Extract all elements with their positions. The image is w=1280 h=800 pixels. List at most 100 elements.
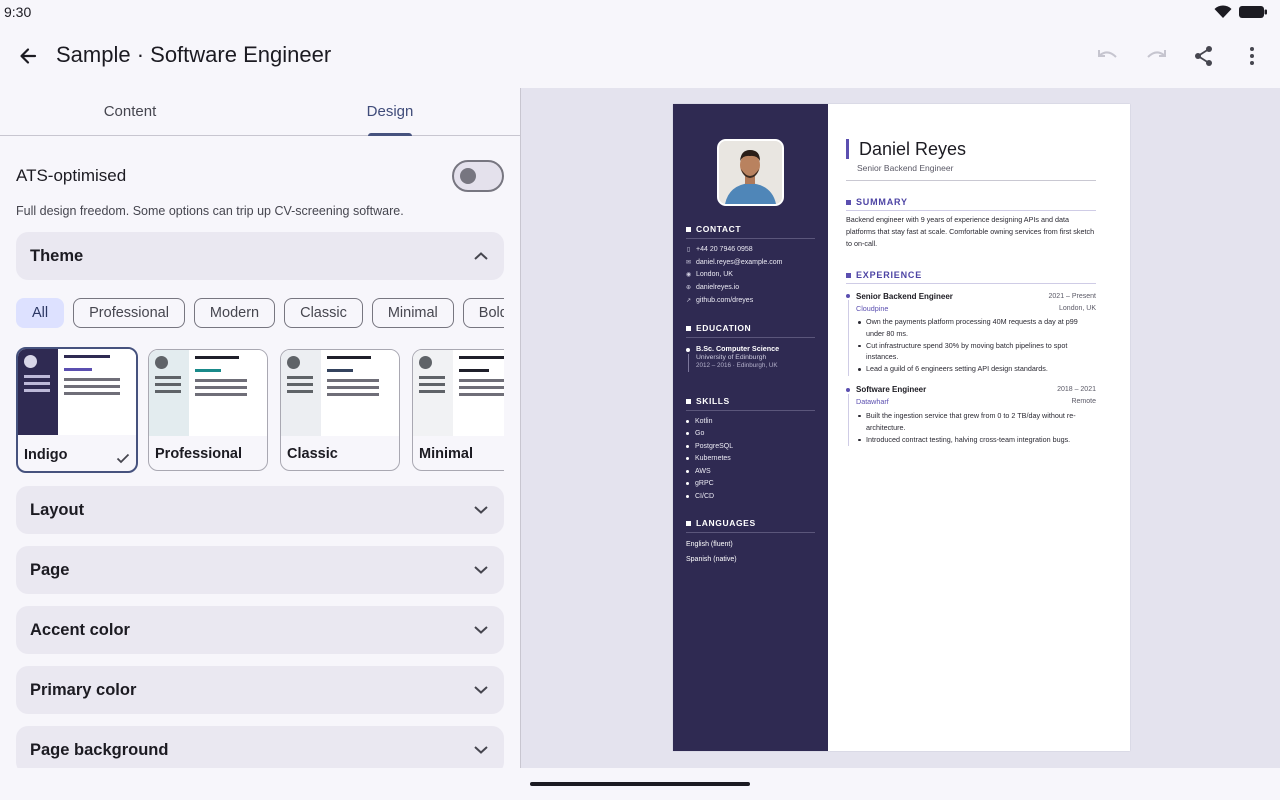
job-company: Cloudpine	[856, 303, 889, 313]
experience-section: EXPERIENCE Senior Backend Engineer 2021 –…	[846, 270, 1096, 446]
section-label: Theme	[30, 246, 84, 265]
job-title: Senior Backend Engineer	[856, 291, 953, 301]
contact-email: ✉ daniel.reyes@example.com	[686, 258, 783, 266]
section-heading: EXPERIENCE	[846, 270, 1096, 284]
section-label: Accent color	[30, 620, 130, 639]
job-dates: 2021 – Present	[1048, 292, 1096, 300]
page-section-header[interactable]: Page	[16, 546, 504, 594]
language-item: English (fluent)	[686, 541, 733, 548]
link-icon: ↗	[686, 298, 692, 305]
share-icon	[1195, 46, 1212, 66]
theme-card-minimal[interactable]: Minimal	[412, 349, 504, 471]
section-label: Page	[30, 560, 70, 579]
school: University of Edinburgh	[696, 354, 767, 361]
job-entry: Software Engineer 2018 – 2021 Datawharf Re…	[846, 384, 1096, 446]
theme-name: Indigo	[24, 447, 68, 463]
chevron-down-icon	[474, 626, 488, 634]
primary-color-section-header[interactable]: Primary color	[16, 666, 504, 714]
contact-phone: ▯ +44 20 7946 0958	[686, 245, 753, 253]
theme-card-indigo[interactable]: Indigo	[16, 347, 138, 473]
skill-item: Go	[686, 428, 815, 441]
summary-section: SUMMARY Backend engineer with 9 years of…	[846, 197, 1096, 250]
chip-classic[interactable]: Classic	[284, 298, 363, 328]
chip-professional[interactable]: Professional	[73, 298, 185, 328]
page-title: Sample · Software Engineer	[56, 42, 332, 67]
chip-all[interactable]: All	[16, 298, 65, 328]
skill-item: CI/CD	[686, 490, 815, 503]
theme-carousel: Indigo Professional Classic Minimal	[16, 347, 504, 475]
layout-section-header[interactable]: Layout	[16, 486, 504, 534]
job-bullet: Own the payments platform processing 40M…	[856, 316, 1096, 340]
theme-name: Minimal	[419, 446, 473, 462]
tab-content[interactable]: Content	[0, 88, 260, 135]
degree: B.Sc. Computer Science	[696, 344, 780, 353]
status-time: 9:30	[4, 4, 32, 20]
skill-item: PostgreSQL	[686, 440, 815, 453]
job-bullet: Cut infrastructure spend 30% by moving b…	[856, 340, 1096, 364]
contact-github: ↗ github.com/dreyes	[686, 297, 754, 305]
theme-section-header[interactable]: Theme	[16, 232, 504, 280]
theme-thumbnail	[281, 350, 399, 436]
ats-toggle[interactable]	[452, 160, 504, 192]
theme-card-classic[interactable]: Classic	[280, 349, 400, 471]
status-icons	[1214, 5, 1268, 19]
job-title: Software Engineer	[856, 385, 927, 395]
cv-preview-pane: CONTACT ▯ +44 20 7946 0958 ✉ daniel.reyes@…	[520, 88, 1280, 768]
phone-icon: ▯	[686, 246, 691, 253]
chip-modern[interactable]: Modern	[193, 298, 276, 328]
cv-role: Senior Backend Engineer	[846, 163, 1096, 181]
check-icon	[116, 453, 130, 464]
toggle-knob	[460, 168, 476, 184]
theme-thumbnail	[149, 350, 267, 436]
section-heading: CONTACT	[686, 224, 815, 239]
education-section: EDUCATION B.Sc. Computer Science Univers…	[686, 323, 815, 372]
tab-design[interactable]: Design	[260, 88, 520, 135]
cv-name: Daniel Reyes	[846, 139, 1096, 159]
appbar-actions	[1088, 36, 1272, 76]
undo-icon	[1098, 50, 1117, 58]
design-panel: Content Design ATS-optimised Full design…	[0, 88, 520, 768]
job-entry: Senior Backend Engineer 2021 – Present Cl…	[846, 290, 1096, 376]
page-background-section-header[interactable]: Page background	[16, 726, 504, 768]
job-company: Datawharf	[856, 397, 889, 407]
skill-item: Kotlin	[686, 415, 815, 428]
share-button[interactable]	[1184, 36, 1224, 76]
skill-item: gRPC	[686, 478, 815, 491]
more-options-button[interactable]	[1232, 36, 1272, 76]
chip-bold[interactable]: Bold	[462, 298, 504, 328]
accent-color-section-header[interactable]: Accent color	[16, 606, 504, 654]
ats-row: ATS-optimised	[16, 160, 504, 192]
tab-bar: Content Design	[0, 88, 520, 136]
contact-website: ⊕ danielreyes.io	[686, 284, 740, 292]
cv-main-column: Daniel Reyes Senior Backend Engineer SUM…	[828, 104, 1130, 751]
top-app-bar: Sample · Software Engineer	[0, 24, 1280, 88]
section-heading: SUMMARY	[846, 197, 1096, 211]
theme-name: Classic	[287, 446, 338, 462]
theme-filter-chips: All Professional Modern Classic Minimal …	[16, 298, 504, 330]
theme-card-professional[interactable]: Professional	[148, 349, 268, 471]
chevron-down-icon	[474, 566, 488, 574]
undo-button[interactable]	[1088, 36, 1128, 76]
gesture-handle[interactable]	[530, 782, 750, 786]
section-heading: EDUCATION	[686, 323, 815, 338]
mail-icon: ✉	[686, 259, 692, 266]
skills-section: SKILLS Kotlin Go PostgreSQL Kubernetes A…	[686, 396, 815, 503]
contact-section: CONTACT ▯ +44 20 7946 0958 ✉ daniel.reyes@…	[686, 224, 815, 307]
chip-minimal[interactable]: Minimal	[371, 298, 454, 328]
redo-button[interactable]	[1136, 36, 1176, 76]
system-nav-bar	[0, 768, 1280, 800]
globe-icon: ⊕	[686, 285, 692, 292]
job-bullet: Built the ingestion service that grew fr…	[856, 410, 1096, 434]
chevron-down-icon	[474, 506, 488, 514]
section-heading: LANGUAGES	[686, 518, 815, 533]
status-bar: 9:30	[0, 0, 1280, 24]
skill-item: Kubernetes	[686, 453, 815, 466]
theme-thumbnail	[18, 349, 136, 435]
wifi-icon	[1214, 5, 1232, 18]
section-label: Page background	[30, 740, 169, 759]
job-bullet: Lead a guild of 6 engineers setting API …	[856, 363, 1096, 375]
back-button[interactable]	[8, 36, 48, 76]
battery-icon	[1239, 6, 1267, 18]
cv-page[interactable]: CONTACT ▯ +44 20 7946 0958 ✉ daniel.reyes@…	[673, 104, 1130, 751]
job-location: London, UK	[1059, 304, 1096, 312]
